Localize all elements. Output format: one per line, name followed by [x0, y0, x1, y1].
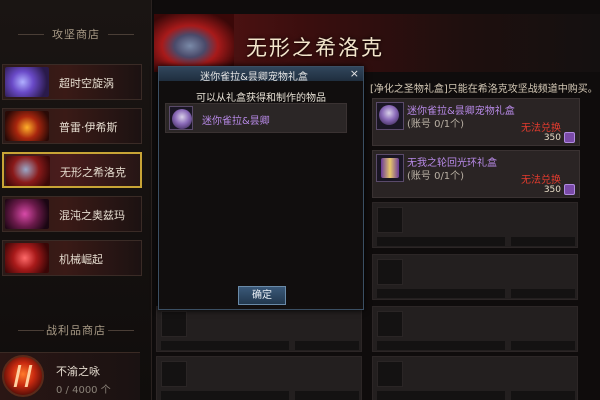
currency-coin-icon [564, 132, 575, 143]
pet-icon [169, 106, 193, 130]
list-item[interactable]: 迷你雀拉&昙卿 [165, 103, 347, 133]
item-status: 无法兑换 [521, 123, 561, 134]
sidebar-item-machine-revolution[interactable]: 机械崛起 [2, 240, 142, 276]
sidebar-item-label: 混沌之奥兹玛 [59, 209, 125, 222]
sidebar: 攻坚商店 超时空旋涡 普雷·伊希斯 无形之希洛克 混沌之奥兹玛 机械崛起 战利品… [0, 0, 152, 400]
item-price: 350 [543, 133, 561, 143]
empty-slot [156, 356, 362, 400]
empty-slot [372, 202, 578, 248]
boss-title: 无形之希洛克 [246, 36, 384, 60]
currency-count: 0 / 4000 个 [56, 385, 111, 396]
machine-revolution-thumbnail [5, 243, 49, 273]
sidebar-item-ozma[interactable]: 混沌之奥兹玛 [2, 196, 142, 232]
list-item-name: 迷你雀拉&昙卿 [202, 116, 270, 127]
dialog-title: 迷你雀拉&昙卿宠物礼盒 [200, 72, 308, 83]
currency-name: 不渝之咏 [56, 365, 100, 378]
shop-item-pet-box[interactable]: 迷你雀拉&昙卿宠物礼盒 (账号 0/1个) 无法兑换 350 [372, 98, 580, 146]
item-limit: (账号 0/1个) [407, 171, 465, 182]
reward-currency: 不渝之咏 0 / 4000 个 [0, 352, 140, 400]
sidebar-item-label: 普雷·伊希斯 [59, 121, 118, 134]
sidebar-item-prey-isys[interactable]: 普雷·伊希斯 [2, 108, 142, 144]
sidebar-item-label: 超时空旋涡 [59, 77, 114, 90]
currency-coin-icon [564, 184, 575, 195]
boss-portrait [154, 14, 234, 72]
time-vortex-thumbnail [5, 67, 49, 97]
raid-shop-title: 攻坚商店 [0, 26, 152, 42]
prey-isys-thumbnail [5, 111, 49, 141]
gift-box-contents-dialog: 迷你雀拉&昙卿宠物礼盒 × 可以从礼盒获得和制作的物品 迷你雀拉&昙卿 确定 [158, 66, 364, 310]
dialog-titlebar: 迷你雀拉&昙卿宠物礼盒 × [159, 67, 363, 83]
shop-item-aura-box[interactable]: 无我之轮回光环礼盒 (账号 0/1个) 无法兑换 350 [372, 150, 580, 198]
pet-box-icon [376, 102, 404, 130]
sidebar-item-sirocco[interactable]: 无形之希洛克 [2, 152, 142, 188]
purchase-notice: [净化之圣物礼盒]只能在希洛克攻坚战频道中购买。 [370, 84, 598, 95]
empty-slot [156, 306, 362, 352]
loot-shop-title: 战利品商店 [0, 322, 152, 338]
empty-slot [372, 254, 578, 300]
empty-slot [372, 306, 578, 352]
aura-box-icon [376, 154, 404, 182]
boss-banner: 无形之希洛克 [154, 14, 600, 72]
sidebar-item-label: 机械崛起 [59, 253, 103, 266]
sidebar-item-label: 无形之希洛克 [60, 166, 126, 179]
item-price: 350 [543, 185, 561, 195]
currency-orb-icon [2, 355, 44, 397]
item-limit: (账号 0/1个) [407, 119, 465, 130]
dialog-item-list: 迷你雀拉&昙卿 [165, 103, 357, 303]
confirm-button[interactable]: 确定 [238, 286, 286, 305]
sirocco-thumbnail [6, 156, 50, 186]
sidebar-item-time-vortex[interactable]: 超时空旋涡 [2, 64, 142, 100]
empty-slot [372, 356, 578, 400]
item-status: 无法兑换 [521, 175, 561, 186]
dialog-subtitle: 可以从礼盒获得和制作的物品 [196, 93, 326, 104]
close-icon[interactable]: × [350, 67, 359, 80]
ozma-thumbnail [5, 199, 49, 229]
